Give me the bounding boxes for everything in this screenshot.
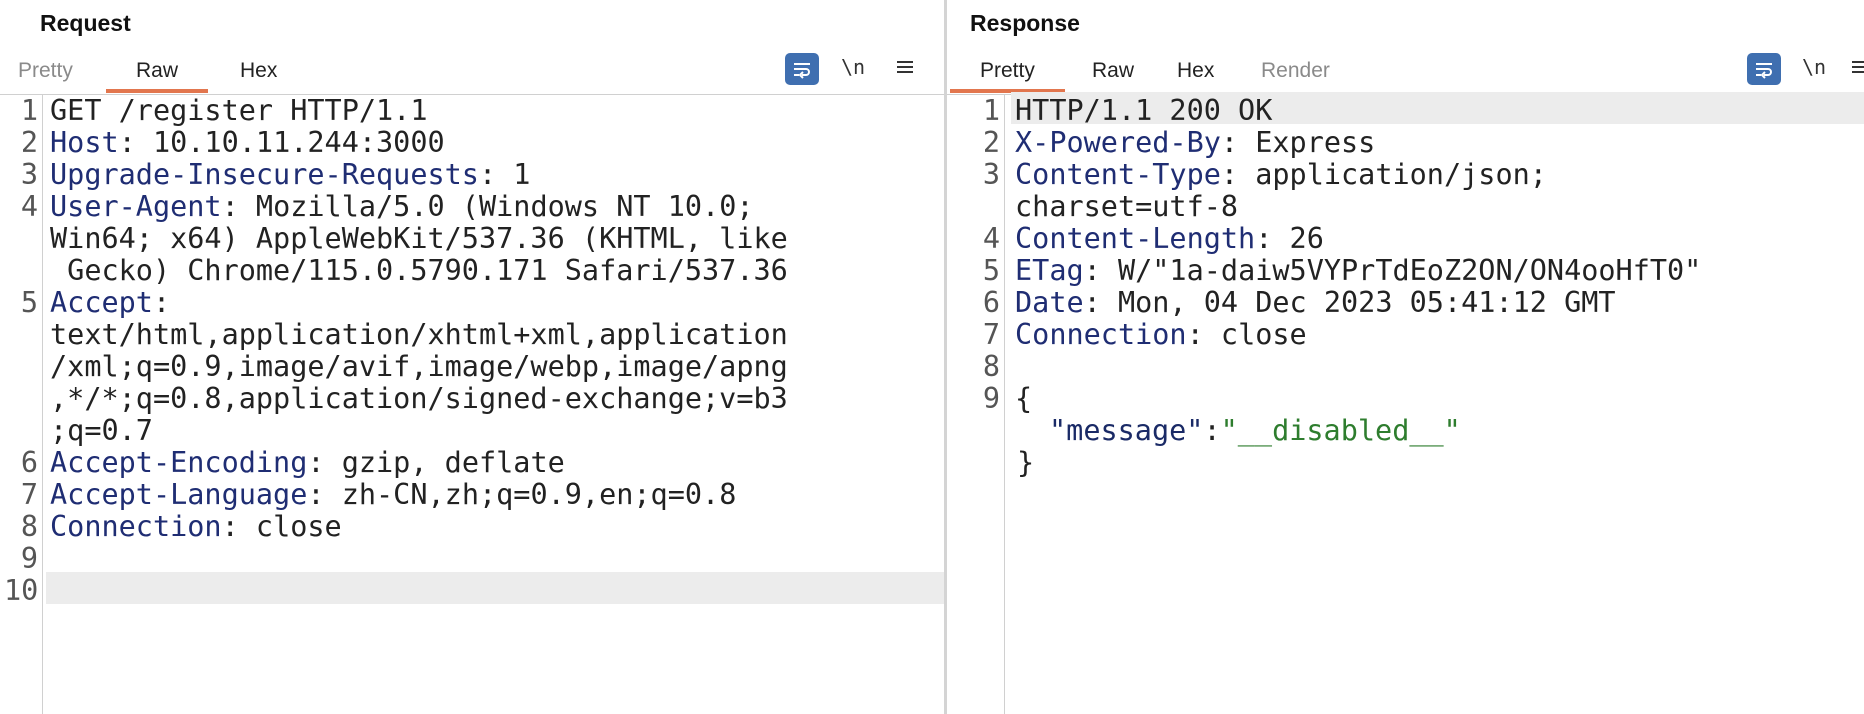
code-text: : Mozilla/5.0 (Windows NT 10.0;: [221, 190, 754, 223]
json-close-brace: }: [1017, 446, 1035, 479]
code-text: text/html,application/xhtml+xml,applicat…: [50, 318, 788, 351]
wrap-lines-icon: [1756, 63, 1772, 79]
code-text: : close: [1186, 318, 1307, 351]
header-name: X-Powered-By: [1015, 126, 1221, 159]
request-newline-toggle[interactable]: \n: [836, 52, 870, 82]
line-number: 5: [20, 286, 38, 319]
code-text: HTTP/1.1 200 OK: [1015, 94, 1273, 127]
code-text: charset=utf-8: [1015, 190, 1239, 223]
code-text: : zh-CN,zh;q=0.9,en;q=0.8: [307, 478, 737, 511]
request-editor[interactable]: 1 GET /register HTTP/1.1 2 Host: 10.10.11.2…: [0, 94, 944, 714]
header-name: Accept: [50, 286, 153, 319]
response-title: Response: [970, 10, 1080, 36]
wrap-lines-icon: [794, 63, 810, 79]
request-tab-raw[interactable]: Raw: [106, 58, 209, 93]
line-number: 3: [982, 158, 1000, 191]
code-text: ;q=0.7: [50, 414, 153, 447]
json-colon: :: [1203, 414, 1221, 447]
code-text: : close: [221, 510, 342, 543]
response-menu-button[interactable]: [1843, 52, 1864, 82]
json-key: "message": [1049, 414, 1204, 447]
line-number: 9: [982, 382, 1000, 415]
response-tab-hex[interactable]: Hex: [1147, 58, 1244, 93]
response-editor[interactable]: 1 HTTP/1.1 200 OK 2 X-Powered-By: Express 3 C…: [947, 92, 1864, 714]
code-text: : 1: [478, 158, 531, 191]
json-body-line: "message":"__disabled__": [1049, 412, 1461, 450]
code-text: ,*/*;q=0.8,application/signed-exchange;v…: [50, 382, 788, 415]
request-title: Request: [40, 10, 131, 36]
header-name: Upgrade-Insecure-Requests: [50, 158, 479, 191]
hamburger-menu-icon: [1852, 61, 1864, 73]
line-number: 4: [20, 190, 38, 223]
request-menu-button[interactable]: [888, 52, 922, 82]
response-tab-render[interactable]: Render: [1231, 58, 1360, 93]
code-text: {: [1015, 382, 1033, 415]
code-line: {: [1015, 380, 1032, 418]
response-wrap-lines-button[interactable]: [1747, 53, 1781, 85]
code-line: ,*/*;q=0.8,application/signed-exchange;v…: [50, 380, 788, 418]
response-tabs: Pretty Raw Hex Render: [947, 48, 1864, 95]
code-text: : Express: [1220, 126, 1376, 159]
code-text: : gzip, deflate: [307, 446, 565, 479]
response-gutter: [1004, 95, 1005, 714]
json-string-value: "__disabled__": [1220, 414, 1461, 447]
code-text: :: [152, 286, 171, 319]
code-text: Gecko) Chrome/115.0.5790.171 Safari/537.…: [50, 254, 788, 287]
header-name: Host: [50, 126, 119, 159]
request-wrap-lines-button[interactable]: [785, 53, 819, 85]
code-line: Connection: close: [50, 508, 342, 546]
code-text: : W/"1a-daiw5VYPrTdEoZ2ON/ON4ooHfT0": [1083, 254, 1702, 287]
request-pane: Request Pretty Raw Hex \n 1 GET /register…: [0, 0, 944, 714]
response-newline-toggle[interactable]: \n: [1797, 52, 1831, 82]
code-text: GET /register HTTP/1.1: [50, 94, 428, 127]
header-name: Accept-Encoding: [50, 446, 308, 479]
code-text: : Mon, 04 Dec 2023 05:41:12 GMT: [1083, 286, 1616, 319]
hamburger-menu-icon: [897, 61, 913, 73]
header-name: Accept-Language: [50, 478, 308, 511]
header-name: Content-Type: [1015, 158, 1221, 191]
current-line-highlight: [46, 572, 944, 604]
header-name: Connection: [1015, 318, 1187, 351]
line-number: 10: [4, 574, 39, 607]
code-line: Connection: close: [1015, 316, 1307, 354]
header-name: Content-Length: [1015, 222, 1256, 255]
header-name: Connection: [50, 510, 222, 543]
code-text: : application/json;: [1220, 158, 1547, 191]
request-gutter: [42, 95, 43, 714]
code-text: : 26: [1255, 222, 1324, 255]
code-text: /xml;q=0.9,image/avif,image/webp,image/a…: [50, 350, 788, 383]
code-text: : 10.10.11.244:3000: [118, 126, 445, 159]
header-name: Date: [1015, 286, 1084, 319]
header-name: User-Agent: [50, 190, 222, 223]
response-pane: Response Pretty Raw Hex Render \n 1 HTTP/…: [947, 0, 1864, 714]
response-tab-pretty[interactable]: Pretty: [950, 58, 1065, 93]
code-text: Win64; x64) AppleWebKit/537.36 (KHTML, l…: [50, 222, 788, 255]
header-name: ETag: [1015, 254, 1084, 287]
request-tab-hex[interactable]: Hex: [210, 58, 307, 93]
request-tab-pretty[interactable]: Pretty: [0, 58, 103, 93]
